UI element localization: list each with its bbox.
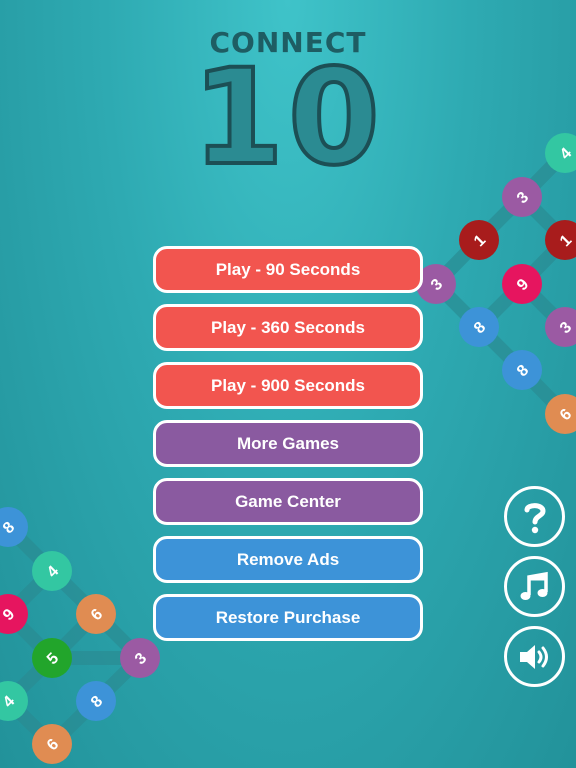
remove-ads-button[interactable]: Remove Ads	[153, 536, 423, 583]
sound-button[interactable]	[504, 626, 565, 687]
help-icon	[524, 502, 546, 533]
play-360-button[interactable]: Play - 360 Seconds	[153, 304, 423, 351]
help-button[interactable]	[504, 486, 565, 547]
restore-purchase-button[interactable]: Restore Purchase	[153, 594, 423, 641]
sound-icon	[519, 644, 548, 669]
tile: 9	[502, 264, 542, 304]
more-games-button[interactable]: More Games	[153, 420, 423, 467]
play-90-button[interactable]: Play - 90 Seconds	[153, 246, 423, 293]
play-900-button[interactable]: Play - 900 Seconds	[153, 362, 423, 409]
tile: 8	[459, 307, 499, 347]
tile: 6	[32, 724, 72, 764]
tile: 3	[502, 177, 542, 217]
tile: 8	[76, 681, 116, 721]
main-menu: Play - 90 Seconds Play - 360 Seconds Pla…	[153, 246, 423, 652]
tile: 8	[502, 350, 542, 390]
tile: 5	[32, 638, 72, 678]
music-icon	[520, 571, 548, 600]
music-button[interactable]	[504, 556, 565, 617]
tile: 1	[459, 220, 499, 260]
tile: 4	[32, 551, 72, 591]
game-center-button[interactable]: Game Center	[153, 478, 423, 525]
tile: 6	[76, 594, 116, 634]
